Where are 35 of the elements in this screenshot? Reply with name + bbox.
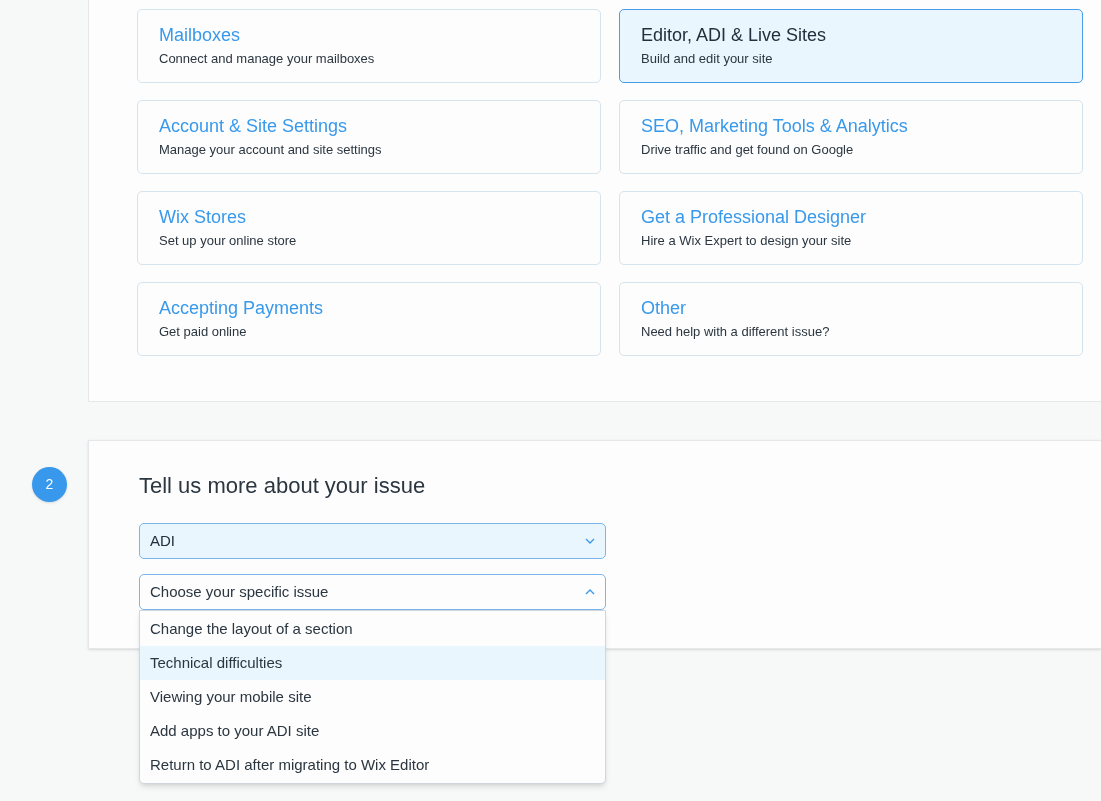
category-description: Get paid online [159, 323, 248, 341]
chevron-down-icon [585, 538, 595, 544]
category-card[interactable]: Account & Site Settings Manage your account and site settings [137, 100, 601, 174]
category-card[interactable]: Get a Professional Designer Hire a Wix Expert to design your site [619, 191, 1083, 265]
category-card[interactable]: Mailboxes Connect and manage your mailboxes [137, 9, 601, 83]
product-select[interactable]: ADI [139, 523, 606, 559]
category-description: Need help with a different issue? [641, 323, 831, 341]
dropdown-option[interactable]: Return to ADI after migrating to Wix Editor [140, 748, 605, 782]
category-title: Get a Professional Designer [641, 206, 868, 228]
category-card[interactable]: Wix Stores Set up your online store [137, 191, 601, 265]
category-card[interactable]: SEO, Marketing Tools & Analytics Drive traffic and get found on Google [619, 100, 1083, 174]
category-description: Connect and manage your mailboxes [159, 50, 376, 68]
chevron-up-icon [585, 589, 595, 595]
category-card[interactable]: Editor, ADI & Live Sites Build and edit your site [619, 9, 1083, 83]
category-title: Account & Site Settings [159, 115, 349, 137]
category-card[interactable]: Accepting Payments Get paid online [137, 282, 601, 356]
dropdown-option[interactable]: Viewing your mobile site [140, 680, 605, 714]
dropdown-option[interactable]: Change the layout of a section [140, 612, 605, 646]
category-title: Mailboxes [159, 24, 242, 46]
category-title: Other [641, 297, 688, 319]
category-title: SEO, Marketing Tools & Analytics [641, 115, 909, 137]
category-description: Hire a Wix Expert to design your site [641, 232, 853, 250]
category-description: Drive traffic and get found on Google [641, 141, 855, 159]
category-title: Wix Stores [159, 206, 247, 228]
step-number: 2 [32, 467, 67, 502]
category-title: Editor, ADI & Live Sites [641, 24, 828, 46]
category-title: Accepting Payments [159, 297, 325, 319]
dropdown-option[interactable]: Technical difficulties [140, 646, 605, 680]
step-heading: Tell us more about your issue [139, 472, 427, 500]
category-description: Set up your online store [159, 232, 298, 250]
dropdown-option[interactable]: Add apps to your ADI site [140, 714, 605, 748]
category-description: Build and edit your site [641, 50, 774, 68]
category-card[interactable]: Other Need help with a different issue? [619, 282, 1083, 356]
issue-select[interactable]: Choose your specific issue [139, 574, 606, 610]
category-description: Manage your account and site settings [159, 141, 383, 159]
